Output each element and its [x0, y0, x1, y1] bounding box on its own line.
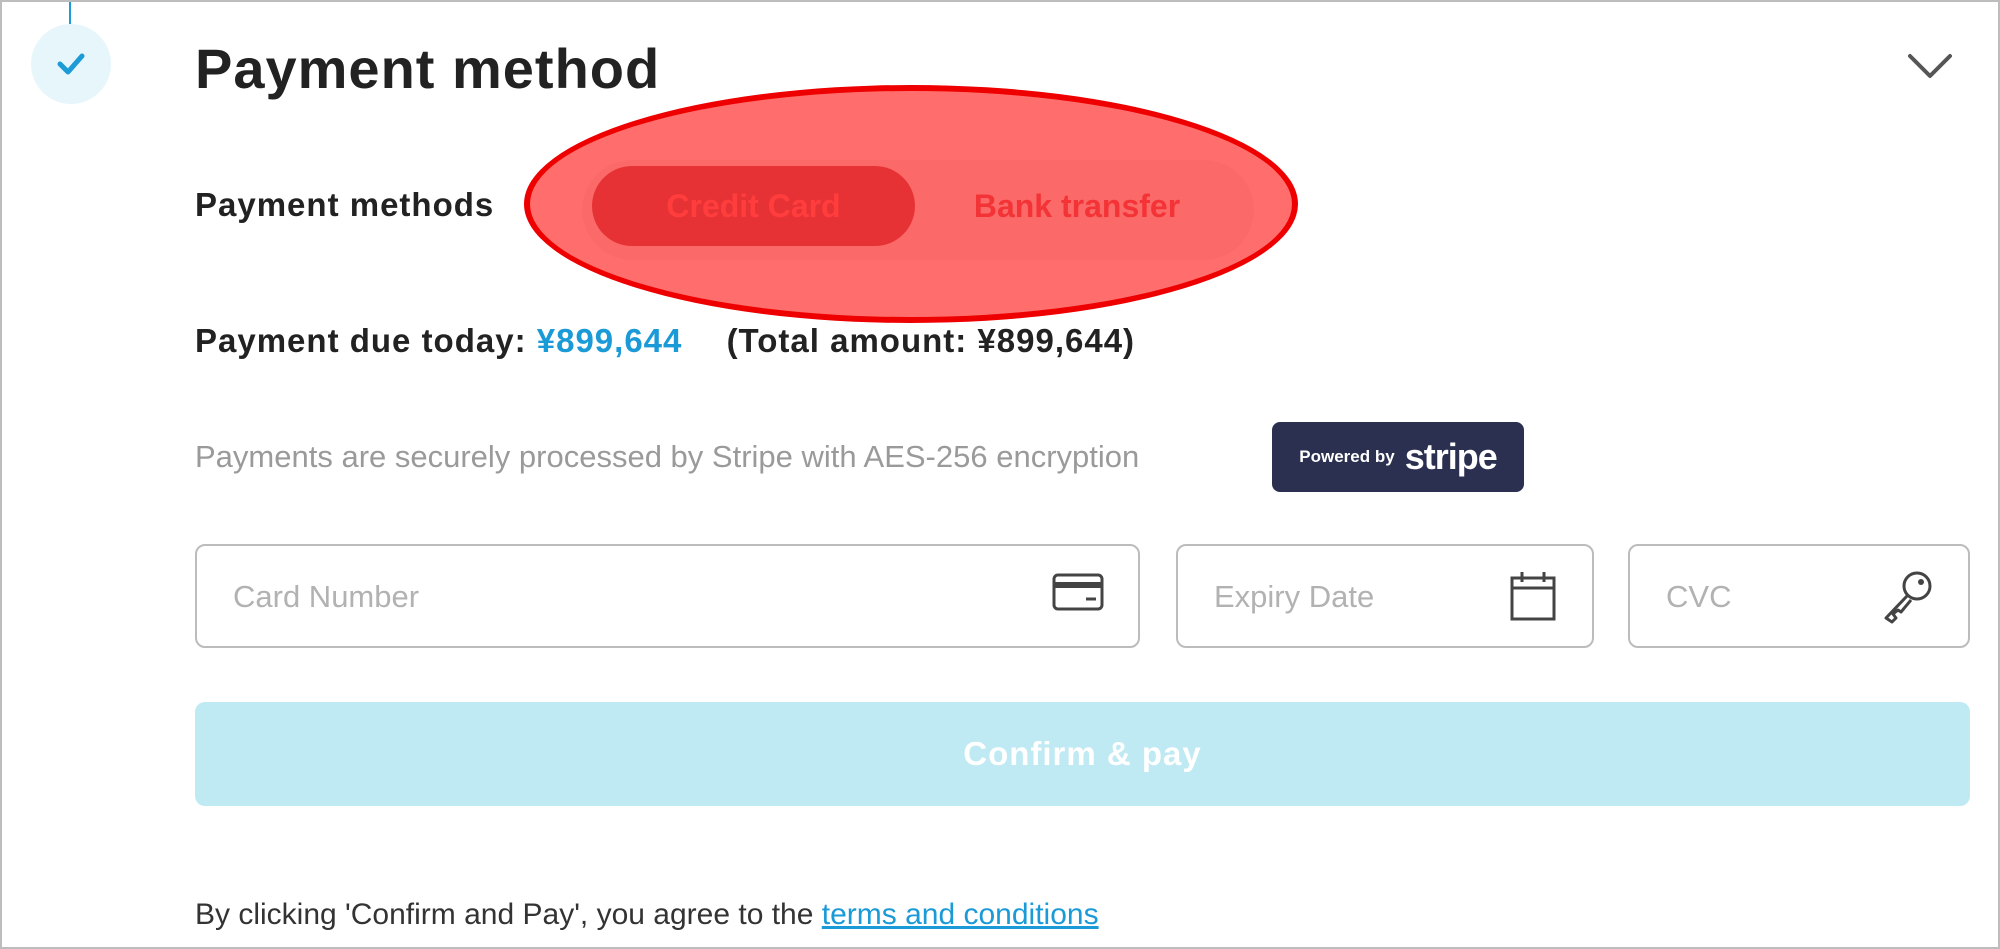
calendar-icon [1510, 572, 1556, 621]
payment-panel: Payment method Payment methods Credit Ca… [0, 0, 2000, 949]
check-icon [57, 53, 85, 75]
stripe-logo: stripe [1404, 436, 1498, 477]
payment-methods-label: Payment methods [195, 186, 495, 223]
payment-due-line: Payment due today: ¥899,644 (Total amoun… [195, 322, 1135, 360]
expiry-date-field[interactable] [1176, 544, 1594, 648]
chevron-down-icon[interactable] [1906, 52, 1954, 82]
step-connector-line [69, 2, 71, 24]
stripe-badge-prefix: Powered by [1299, 447, 1395, 466]
cvc-field[interactable] [1628, 544, 1970, 648]
powered-by-stripe-badge[interactable]: Powered by stripe [1272, 422, 1524, 492]
expiry-date-input[interactable] [1212, 568, 1506, 626]
card-number-field[interactable] [195, 544, 1140, 648]
confirm-pay-button[interactable]: Confirm & pay [195, 702, 1970, 806]
security-note: Payments are securely processed by Strip… [195, 439, 1140, 474]
total-amount: (Total amount: ¥899,644) [726, 322, 1136, 359]
credit-card-option[interactable]: Credit Card [592, 166, 915, 246]
terms-agreement-text: By clicking 'Confirm and Pay', you agree… [195, 898, 822, 931]
step-complete-indicator [31, 24, 111, 104]
terms-and-conditions-link[interactable]: terms and conditions [822, 898, 1099, 931]
payment-due-label: Payment due today: [195, 322, 527, 359]
card-number-input[interactable] [231, 568, 1015, 626]
credit-card-icon [1052, 573, 1104, 611]
cvc-input[interactable] [1664, 568, 1888, 626]
terms-agreement: By clicking 'Confirm and Pay', you agree… [195, 898, 1099, 932]
bank-transfer-option[interactable]: Bank transfer [932, 166, 1222, 246]
key-icon [1884, 571, 1932, 624]
payment-due-amount: ¥899,644 [536, 322, 683, 359]
section-title: Payment method [195, 37, 661, 100]
